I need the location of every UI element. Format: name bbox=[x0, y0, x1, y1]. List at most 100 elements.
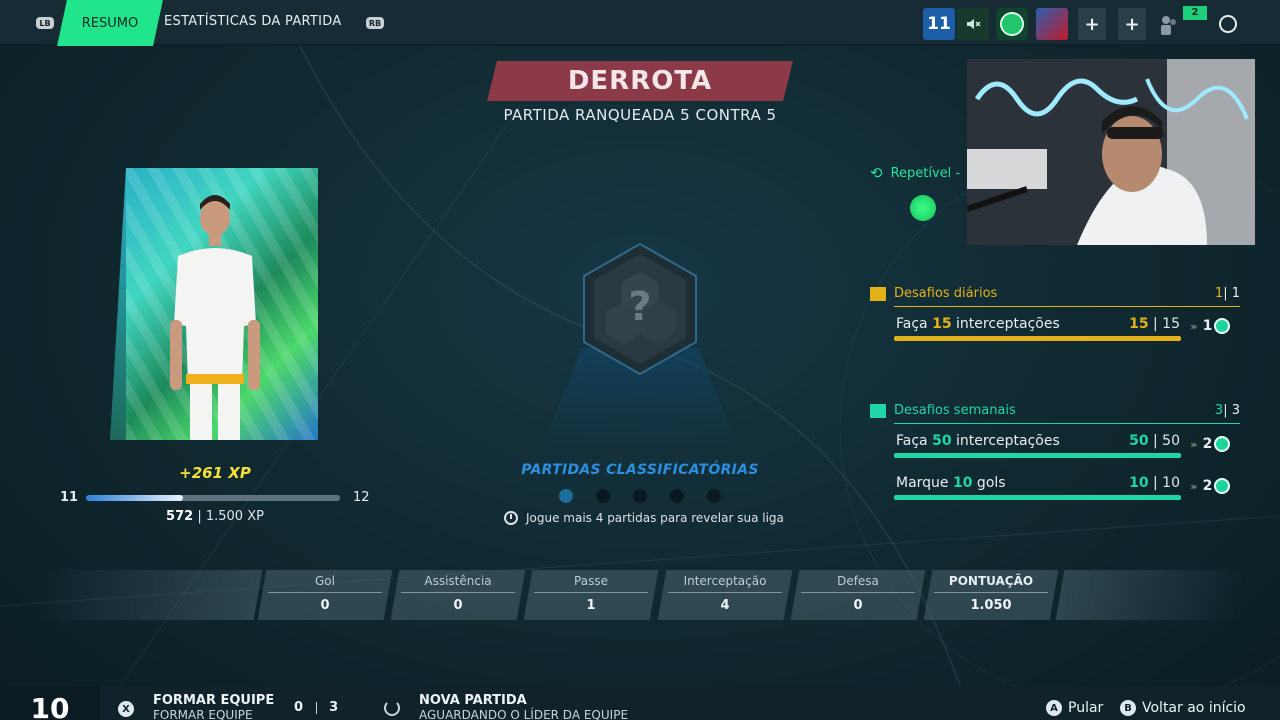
league-reveal: Jogue mais 4 partidas para revelar sua l… bbox=[504, 511, 794, 525]
skip-button[interactable]: A Pular bbox=[1046, 700, 1103, 716]
placement-dot bbox=[670, 489, 684, 503]
stat-label: Defesa bbox=[837, 574, 879, 588]
add-player-1-button[interactable]: + bbox=[1078, 8, 1106, 40]
stat-value: 0 bbox=[320, 598, 330, 613]
weekly-challenge-2-progress: 10 | 10 bbox=[1129, 475, 1180, 491]
player-avatar bbox=[170, 195, 260, 440]
weekly-icon bbox=[870, 403, 886, 418]
level-next: 12 bbox=[353, 490, 370, 505]
weekly-divider bbox=[894, 423, 1240, 424]
avatar-icon[interactable] bbox=[1036, 8, 1068, 40]
placement-dot bbox=[559, 489, 573, 503]
new-match-title: NOVA PARTIDA bbox=[419, 693, 527, 708]
arrows-icon: ››› bbox=[1190, 319, 1197, 333]
stat-label: PONTUAÇÃO bbox=[948, 574, 1034, 588]
club-crest-icon[interactable] bbox=[996, 8, 1028, 40]
new-match-status: NOVA PARTIDA AGUARDANDO O LÍDER DA EQUIP… bbox=[419, 694, 628, 720]
repeatable-label: Repetível - bbox=[890, 165, 961, 181]
reveal-text: Jogue mais 4 partidas para revelar sua l… bbox=[526, 511, 784, 525]
repeatable-row: ⟲ Repetível - bbox=[870, 164, 960, 182]
stat-separator bbox=[534, 592, 648, 593]
repeat-icon: ⟲ bbox=[870, 164, 883, 182]
weekly-challenge-2-reward: ››› 2 bbox=[1190, 478, 1231, 494]
daily-divider bbox=[894, 306, 1240, 307]
team-count: 0 3 bbox=[294, 700, 339, 715]
daily-challenge-1-progress: 15 | 15 bbox=[1129, 316, 1180, 332]
daily-challenge-1-text: Faça 15 interceptações bbox=[896, 316, 1060, 332]
weekly-title: Desafios semanais bbox=[894, 403, 1016, 418]
skip-label: Pular bbox=[1068, 700, 1104, 716]
mute-icon[interactable] bbox=[957, 8, 989, 40]
daily-challenge-1-bar bbox=[894, 336, 1181, 341]
reward-token-icon bbox=[1214, 478, 1231, 494]
weekly-challenge-1-bar bbox=[894, 453, 1181, 458]
reward-token-icon bbox=[1214, 436, 1231, 452]
stat-separator bbox=[268, 592, 382, 593]
stat-separator bbox=[401, 592, 515, 593]
stat-separator bbox=[668, 592, 782, 593]
daily-icon bbox=[870, 286, 886, 301]
level-badge: 11 bbox=[923, 8, 955, 40]
daily-title: Desafios diários bbox=[894, 286, 998, 301]
menu-icon[interactable] bbox=[1219, 15, 1237, 33]
stat-separator bbox=[801, 592, 915, 593]
webcam-feed bbox=[967, 59, 1255, 245]
x-button-icon[interactable]: X bbox=[118, 701, 134, 717]
weekly-challenge-1-progress: 50 | 50 bbox=[1129, 433, 1180, 449]
placement-dot bbox=[633, 489, 647, 503]
arrows-icon: ››› bbox=[1190, 479, 1197, 493]
weekly-challenge-2-text: Marque 10 gols bbox=[896, 475, 1006, 491]
xp-bar-fill bbox=[86, 495, 183, 501]
friends-icon[interactable] bbox=[1158, 14, 1180, 36]
notification-count-badge: 2 bbox=[1183, 6, 1207, 20]
stat-label: Assistência bbox=[424, 574, 492, 588]
weekly-challenges-header: Desafios semanais 3| 3 bbox=[870, 403, 1240, 418]
weekly-count: 3| 3 bbox=[1214, 403, 1240, 418]
xp-total: | 1.500 XP bbox=[197, 509, 264, 524]
tab-resumo[interactable]: RESUMO bbox=[62, 0, 158, 46]
placement-dot bbox=[707, 489, 721, 503]
weekly-challenge-2-bar bbox=[894, 495, 1181, 500]
daily-challenge-1-reward: ››› 1 bbox=[1190, 318, 1231, 334]
stat-separator bbox=[934, 592, 1048, 593]
footer-level: 10 bbox=[0, 686, 100, 720]
add-player-2-button[interactable]: + bbox=[1118, 8, 1146, 40]
back-label: Voltar ao início bbox=[1142, 700, 1246, 716]
webcam-overlay bbox=[967, 59, 1255, 245]
xp-progress-text: 572 | 1.500 XP bbox=[130, 509, 300, 524]
form-team-button[interactable]: FORMAR EQUIPE FORMAR EQUIPE bbox=[153, 694, 274, 720]
stats-strip-right bbox=[1055, 570, 1245, 620]
lb-button-icon[interactable]: LB bbox=[36, 17, 54, 29]
league-hexagon: ? bbox=[583, 242, 697, 376]
b-button-icon: B bbox=[1120, 700, 1136, 716]
daily-challenges-header: Desafios diários 1| 1 bbox=[870, 286, 1240, 301]
stat-label: Interceptação bbox=[683, 574, 767, 588]
weekly-challenge-1-reward: ››› 2 bbox=[1190, 436, 1231, 452]
form-team-subtitle: FORMAR EQUIPE bbox=[153, 708, 253, 720]
daily-count: 1| 1 bbox=[1214, 286, 1240, 301]
xp-current: 572 bbox=[166, 509, 194, 524]
stat-value: 0 bbox=[853, 598, 863, 613]
a-button-icon: A bbox=[1046, 700, 1062, 716]
stats-strip-left bbox=[35, 570, 263, 620]
arrows-icon: ››› bbox=[1190, 437, 1197, 451]
form-team-title: FORMAR EQUIPE bbox=[153, 693, 275, 708]
stat-value: 1.050 bbox=[970, 598, 1012, 613]
result-title: DERROTA bbox=[567, 66, 713, 96]
rb-button-icon[interactable]: RB bbox=[366, 17, 384, 29]
repeatable-reward-icon bbox=[910, 195, 936, 221]
xp-gain: +261 XP bbox=[179, 464, 251, 482]
match-mode: PARTIDA RANQUEADA 5 CONTRA 5 bbox=[503, 106, 777, 124]
new-match-subtitle: AGUARDANDO O LÍDER DA EQUIPE bbox=[419, 708, 629, 720]
league-title: PARTIDAS CLASSIFICATÓRIAS bbox=[521, 462, 759, 478]
back-home-button[interactable]: B Voltar ao início bbox=[1120, 700, 1246, 716]
stat-label: Gol bbox=[315, 574, 335, 588]
reward-token-icon bbox=[1214, 318, 1231, 334]
stat-label: Passe bbox=[574, 574, 608, 588]
stat-value: 1 bbox=[586, 598, 596, 613]
weekly-challenge-1-text: Faça 50 interceptações bbox=[896, 433, 1060, 449]
stat-value: 0 bbox=[453, 598, 463, 613]
timer-icon bbox=[504, 511, 518, 525]
tab-match-stats[interactable]: ESTATÍSTICAS DA PARTIDA bbox=[164, 14, 342, 29]
placement-dot bbox=[596, 489, 610, 503]
